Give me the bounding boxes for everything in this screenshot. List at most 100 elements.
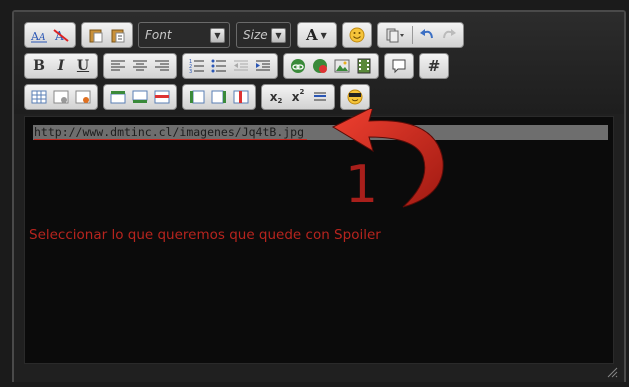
font-color-label: A xyxy=(306,26,318,44)
font-select-label: Font xyxy=(145,28,172,42)
undo-button[interactable] xyxy=(416,25,438,45)
indent-icon xyxy=(256,60,270,71)
toolbar-row-2: B I U 123 # xyxy=(24,52,454,80)
size-select-label: Size xyxy=(243,28,268,42)
script-group: x2 x2 xyxy=(261,84,335,110)
font-color-button[interactable]: A ▼ xyxy=(297,22,337,48)
superscript-label: x xyxy=(291,90,300,104)
align-group xyxy=(103,53,177,79)
toolbar-row-1: AA A Font ▼ Size ▼ A ▼ xyxy=(24,21,469,49)
chevron-down-icon: ▼ xyxy=(320,30,327,40)
unordered-list-button[interactable] xyxy=(208,56,230,76)
delete-column-button[interactable] xyxy=(230,87,252,107)
insert-column-before-button[interactable] xyxy=(186,87,208,107)
spoiler-icon xyxy=(347,89,363,105)
delete-table-button[interactable] xyxy=(72,87,94,107)
row-group xyxy=(103,84,177,110)
code-group: # xyxy=(419,53,449,79)
superscript-button[interactable]: x2 xyxy=(287,87,309,107)
unordered-list-icon xyxy=(211,59,226,73)
insert-row-before-icon xyxy=(110,91,126,104)
url-underline xyxy=(34,139,307,140)
outdent-button[interactable] xyxy=(230,56,252,76)
delete-table-icon xyxy=(75,90,91,104)
horizontal-rule-icon xyxy=(314,92,326,101)
text-style-group: AA A xyxy=(24,22,76,48)
link-button[interactable] xyxy=(287,56,309,76)
subscript-label: x xyxy=(269,90,278,104)
indent-button[interactable] xyxy=(252,56,274,76)
smiley-group xyxy=(342,22,372,48)
format-group: B I U xyxy=(24,53,98,79)
table-group xyxy=(24,84,98,110)
instruction-annotation: Seleccionar lo que queremos que quede co… xyxy=(29,227,381,243)
clipboard-menu-button[interactable] xyxy=(381,25,409,45)
quote-group xyxy=(384,53,414,79)
smiley-icon xyxy=(349,27,365,43)
quote-button[interactable] xyxy=(388,56,410,76)
link-icon xyxy=(291,59,305,73)
outdent-icon xyxy=(234,60,248,71)
align-right-button[interactable] xyxy=(151,56,173,76)
speech-bubble-icon xyxy=(392,59,406,74)
paste-group xyxy=(81,22,133,48)
table-properties-button[interactable] xyxy=(50,87,72,107)
step-number: 1 xyxy=(345,155,379,215)
code-button[interactable]: # xyxy=(423,56,445,76)
paste-icon xyxy=(89,29,103,43)
table-properties-icon xyxy=(53,90,69,104)
redo-button[interactable] xyxy=(438,25,460,45)
insert-group xyxy=(283,53,379,79)
align-left-button[interactable] xyxy=(107,56,129,76)
spoiler-group xyxy=(340,84,370,110)
font-select[interactable]: Font ▼ xyxy=(138,22,230,48)
font-style-icon: AA xyxy=(30,30,47,43)
table-button[interactable] xyxy=(28,87,50,107)
chevron-down-icon: ▼ xyxy=(210,27,225,43)
superscript-mark: 2 xyxy=(299,88,305,96)
clipboard-icon xyxy=(386,28,404,43)
resize-grip-icon[interactable] xyxy=(606,366,618,378)
remove-format-button[interactable]: A xyxy=(50,25,72,45)
horizontal-rule-button[interactable] xyxy=(309,87,331,107)
image-button[interactable] xyxy=(331,56,353,76)
selected-url-text[interactable]: http://www.dmtinc.cl/imagenes/Jq4tB.jpg xyxy=(34,125,304,140)
column-group xyxy=(182,84,256,110)
insert-row-after-icon xyxy=(132,90,148,103)
undo-icon xyxy=(420,29,433,39)
toolbar-row-3: x2 x2 xyxy=(24,83,375,111)
image-icon xyxy=(334,59,350,73)
redo-icon xyxy=(443,29,456,39)
paste-text-button[interactable] xyxy=(107,25,129,45)
editor-window: AA A Font ▼ Size ▼ A ▼ B I U 1 2 3 # x 2… xyxy=(12,10,626,382)
insert-row-before-button[interactable] xyxy=(107,87,129,107)
delete-row-button[interactable] xyxy=(151,87,173,107)
subscript-button[interactable]: x2 xyxy=(265,87,287,107)
insert-column-after-button[interactable] xyxy=(208,87,230,107)
delete-column-icon xyxy=(233,90,249,104)
spoiler-button[interactable] xyxy=(344,87,366,107)
paste-text-icon xyxy=(111,29,125,43)
insert-row-after-button[interactable] xyxy=(129,87,151,107)
svg-text:3: 3 xyxy=(189,69,192,73)
size-select[interactable]: Size ▼ xyxy=(236,22,291,48)
ordered-list-icon: 123 xyxy=(189,59,204,73)
bold-button[interactable]: B xyxy=(28,56,50,76)
table-icon xyxy=(31,90,47,104)
list-group: 123 xyxy=(182,53,278,79)
align-center-button[interactable] xyxy=(129,56,151,76)
insert-column-after-icon xyxy=(211,90,226,104)
italic-button[interactable]: I xyxy=(50,56,72,76)
underline-button[interactable]: U xyxy=(72,56,94,76)
font-style-button[interactable]: AA xyxy=(28,25,50,45)
editor-content[interactable]: http://www.dmtinc.cl/imagenes/Jq4tB.jpg … xyxy=(24,109,614,364)
unlink-button[interactable] xyxy=(309,56,331,76)
history-group xyxy=(377,22,464,48)
ordered-list-button[interactable]: 123 xyxy=(186,56,208,76)
separator xyxy=(412,26,413,44)
paste-button[interactable] xyxy=(85,25,107,45)
toolbar-area: AA A Font ▼ Size ▼ A ▼ B I U 1 2 3 # x 2… xyxy=(14,12,624,114)
video-button[interactable] xyxy=(353,56,375,76)
smiley-button[interactable] xyxy=(346,25,368,45)
subscript-mark: 2 xyxy=(277,97,283,105)
